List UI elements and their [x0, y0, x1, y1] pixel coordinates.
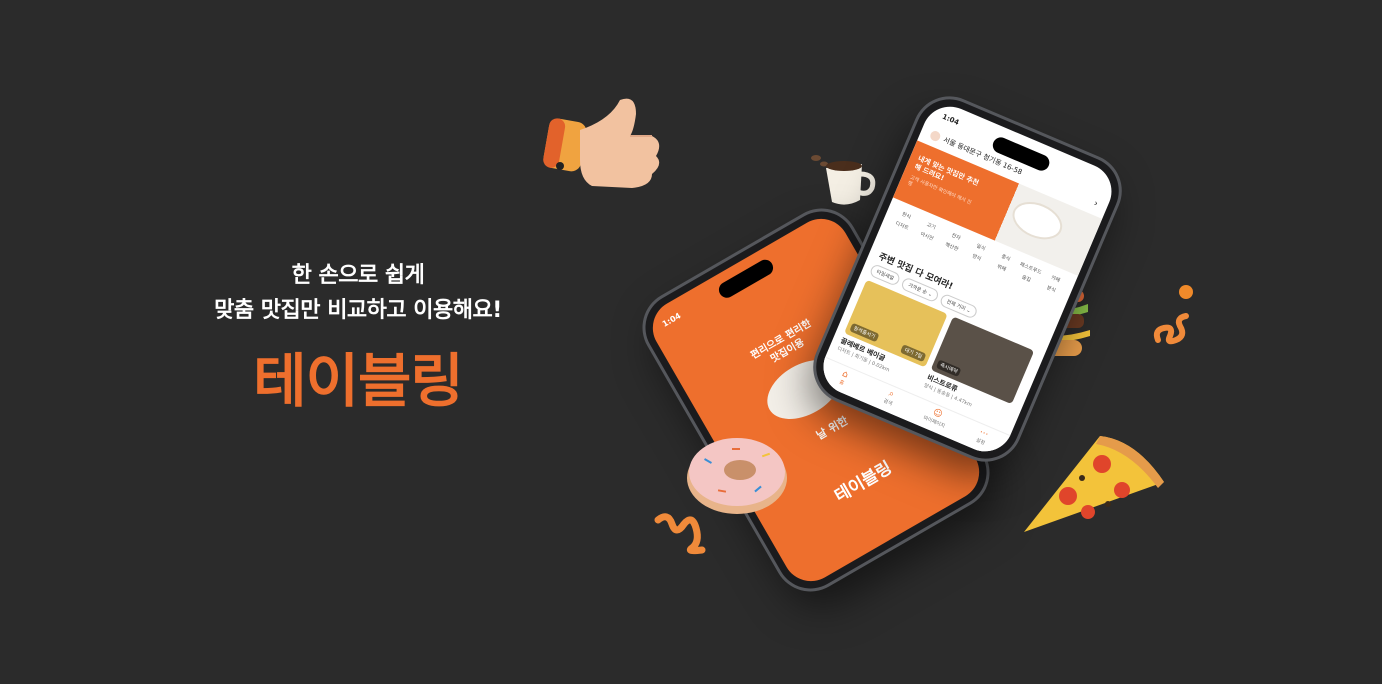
location-pin-icon — [928, 129, 942, 143]
tab-label: 홈 — [838, 379, 845, 387]
spiral-icon — [1153, 313, 1189, 345]
category-label: 중식 — [1000, 253, 1012, 263]
category-label: 아시안 — [919, 231, 935, 243]
pizza-slice-icon — [1024, 436, 1164, 532]
hero-section: 한 손으로 쉽게 맞춤 맛집만 비교하고 이용해요! 테이블링 — [196, 258, 520, 416]
status-time: 1:04 — [660, 311, 683, 329]
orange-ball-icon — [1179, 285, 1193, 299]
category-label: 디저트 — [894, 220, 910, 232]
wait-badge: 대기 7팀 — [900, 344, 927, 363]
dynamic-island — [716, 256, 776, 301]
coffee-cup-icon — [811, 155, 876, 205]
category-label: 술집 — [1020, 274, 1032, 284]
category-label: 분식 — [1045, 284, 1057, 295]
category-label: 전자 — [950, 232, 962, 242]
category-label: 양식 — [971, 253, 982, 263]
plate-illustration — [1009, 197, 1066, 244]
category-label: 고기 — [925, 222, 937, 232]
status-badge: 원격줄서기 — [849, 322, 880, 343]
category-label: 해산한 — [944, 241, 960, 253]
tagline-line-2: 맞춤 맛집만 비교하고 이용해요! — [214, 298, 502, 323]
donut-icon — [687, 438, 787, 514]
chevron-right-icon[interactable]: › — [1092, 199, 1099, 210]
brand-title: 테이블링 — [253, 347, 463, 415]
thumbs-up-icon — [543, 98, 660, 188]
status-time: 1:04 — [941, 112, 961, 127]
home-icon: ⌂ — [840, 369, 850, 381]
category-label: 카페 — [1049, 274, 1061, 284]
spiral-icon-2 — [654, 513, 706, 555]
tagline-line-1: 한 손으로 쉽게 — [291, 263, 425, 288]
tab-label: 검색 — [882, 398, 894, 408]
category-label: 뷔페 — [995, 263, 1007, 273]
status-badge: 즉시예약 — [935, 359, 962, 378]
category-label: 한식 — [900, 211, 912, 221]
category-label: 일식 — [975, 243, 987, 253]
tab-label: 설정 — [974, 437, 986, 447]
